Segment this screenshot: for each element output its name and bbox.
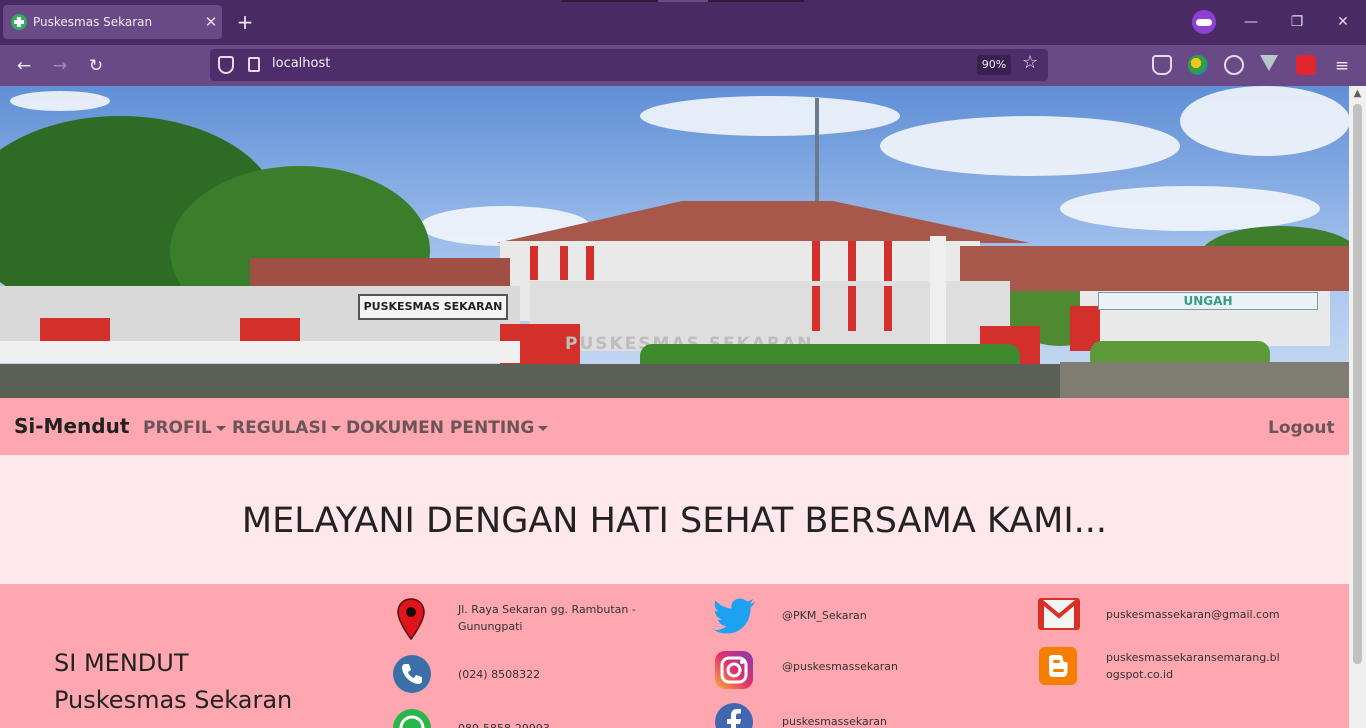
react-devtools-icon[interactable] <box>1224 55 1244 75</box>
instagram-handle[interactable]: @puskesmassekaran <box>782 658 898 675</box>
caret-down-icon <box>331 425 342 431</box>
private-browsing-icon <box>1192 10 1216 34</box>
puskesmas-favicon-icon <box>11 14 27 30</box>
banner-sign: UNGAH <box>1098 292 1318 310</box>
extension-globe-icon[interactable] <box>1188 55 1208 75</box>
instagram-icon <box>715 651 753 689</box>
site-navbar: Si-Mendut PROFIL REGULASI DOKUMEN PENTIN… <box>0 398 1349 455</box>
app-menu-button[interactable]: ≡ <box>1329 53 1355 79</box>
phone-icon <box>393 655 431 693</box>
footer-subtitle: Puskesmas Sekaran <box>54 686 293 714</box>
bookmark-star-icon[interactable]: ☆ <box>1022 52 1038 73</box>
scroll-up-arrow-icon[interactable]: ▲ <box>1349 88 1366 102</box>
page-info-icon[interactable] <box>248 57 260 72</box>
facebook-handle[interactable]: puskesmassekaran <box>782 713 887 728</box>
whatsapp-text: 089-5858-29993 <box>458 720 550 728</box>
extension-red-icon[interactable] <box>1296 55 1316 75</box>
map-pin-icon <box>397 598 425 640</box>
url-bar[interactable]: localhost 90% ☆ <box>210 49 1048 81</box>
caret-down-icon <box>538 425 549 431</box>
new-tab-button[interactable]: + <box>232 10 258 36</box>
forward-button[interactable]: → <box>47 53 73 79</box>
minimize-button[interactable]: — <box>1239 10 1263 34</box>
menu-profil-label: PROFIL <box>143 418 212 438</box>
vue-devtools-icon[interactable] <box>1260 55 1278 71</box>
page-scrollbar[interactable]: ▲ <box>1349 86 1366 728</box>
back-button[interactable]: ← <box>11 53 37 79</box>
footer-title: SI MENDUT <box>54 649 189 677</box>
tagline-text: MELAYANI DENGAN HATI SEHAT BERSAMA KAMI.… <box>241 501 1108 541</box>
footer-brand: SI MENDUT Puskesmas Sekaran <box>54 645 292 719</box>
navbar-brand[interactable]: Si-Mendut <box>14 414 129 438</box>
browser-tab[interactable]: Puskesmas Sekaran ✕ <box>3 5 222 39</box>
browser-toolbar: ← → ↻ localhost 90% ☆ ≡ <box>0 45 1366 86</box>
footer: SI MENDUT Puskesmas Sekaran Jl. Raya Sek… <box>0 584 1349 728</box>
close-window-button[interactable]: ✕ <box>1331 10 1355 34</box>
tagline-banner: MELAYANI DENGAN HATI SEHAT BERSAMA KAMI.… <box>0 455 1349 584</box>
sign-board: PUSKESMAS SEKARAN <box>358 294 508 320</box>
menu-dokumen-penting-label: DOKUMEN PENTING <box>346 418 535 438</box>
hero-photo: PUSKESMAS SEKARAN PUSKESMAS SEKARAN UNGA… <box>0 86 1349 398</box>
menu-profil[interactable]: PROFIL <box>143 418 226 438</box>
browser-tab-bar: Puskesmas Sekaran ✕ + — ❐ ✕ <box>0 0 1366 45</box>
url-text[interactable]: localhost <box>272 56 330 71</box>
pocket-icon[interactable] <box>1152 55 1172 75</box>
reload-button[interactable]: ↻ <box>83 53 109 79</box>
address-text: Jl. Raya Sekaran gg. Rambutan - Gunungpa… <box>458 603 636 633</box>
menu-regulasi[interactable]: REGULASI <box>232 418 342 438</box>
page-viewport: PUSKESMAS SEKARAN PUSKESMAS SEKARAN UNGA… <box>0 86 1349 728</box>
email-text[interactable]: puskesmassekaran@gmail.com <box>1106 606 1280 623</box>
logout-link[interactable]: Logout <box>1268 418 1335 438</box>
whatsapp-icon <box>393 709 431 728</box>
blog-link[interactable]: puskesmassekaransemarang.blogspot.co.id <box>1106 649 1282 683</box>
close-tab-icon[interactable]: ✕ <box>200 13 222 31</box>
scroll-thumb[interactable] <box>1353 104 1362 664</box>
menu-regulasi-label: REGULASI <box>232 418 328 438</box>
restore-button[interactable]: ❐ <box>1285 10 1309 34</box>
caret-down-icon <box>215 425 226 431</box>
phone-text: (024) 8508322 <box>458 668 541 681</box>
facebook-icon <box>715 703 753 728</box>
tab-title: Puskesmas Sekaran <box>33 15 153 29</box>
zoom-level-badge[interactable]: 90% <box>977 55 1011 75</box>
twitter-icon <box>714 598 755 634</box>
tab-strip-indicator <box>562 0 804 2</box>
tracking-shield-icon[interactable] <box>218 56 234 74</box>
menu-dokumen-penting[interactable]: DOKUMEN PENTING <box>346 418 549 438</box>
blogger-icon <box>1039 647 1077 685</box>
gmail-icon <box>1038 598 1080 630</box>
twitter-handle[interactable]: @PKM_Sekaran <box>782 607 867 624</box>
